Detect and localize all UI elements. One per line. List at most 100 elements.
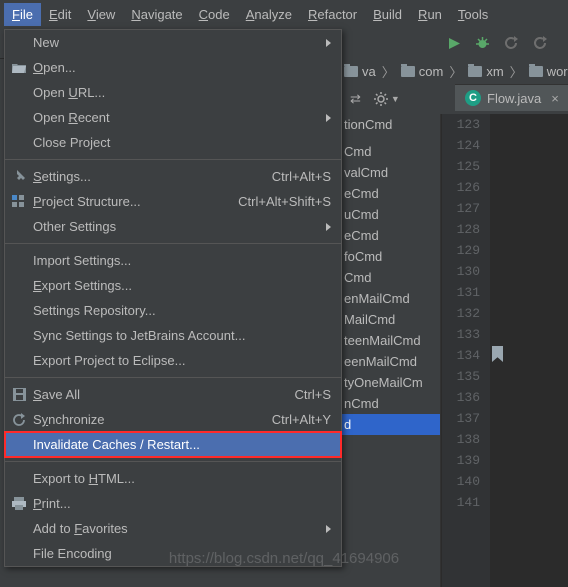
menu-item-open[interactable]: Open...: [5, 55, 341, 80]
submenu-arrow-icon: [326, 525, 331, 533]
gutter-line: 138: [442, 429, 490, 450]
class-file-icon: C: [465, 90, 481, 106]
breadcrumb-item[interactable]: com: [397, 64, 448, 79]
settings-dropdown-icon[interactable]: ⇄: [350, 91, 361, 107]
submenu-arrow-icon: [326, 223, 331, 231]
menu-shortcut: Ctrl+Alt+Shift+S: [238, 194, 331, 209]
menu-run[interactable]: Run: [410, 3, 450, 26]
folder-icon: [468, 66, 482, 77]
editor-area: tionCmdCmdvalCmdeCmduCmdeCmdfoCmdCmdenMa…: [340, 114, 568, 587]
menu-item-import-settings[interactable]: Import Settings...: [5, 248, 341, 273]
debug-icon[interactable]: [475, 36, 490, 50]
menu-shortcut: Ctrl+S: [295, 387, 331, 402]
menu-tools[interactable]: Tools: [450, 3, 496, 26]
menu-item-project-structure[interactable]: Project Structure...Ctrl+Alt+Shift+S: [5, 189, 341, 214]
breadcrumb-label: com: [419, 64, 444, 79]
gutter-line: 140: [442, 471, 490, 492]
menu-item-label: Open...: [33, 60, 76, 75]
menu-item-label: Export to HTML...: [33, 471, 135, 486]
structure-item[interactable]: Cmd: [340, 267, 440, 288]
breadcrumb-label: va: [362, 64, 376, 79]
structure-panel: tionCmdCmdvalCmdeCmduCmdeCmdfoCmdCmdenMa…: [340, 114, 441, 587]
structure-item[interactable]: uCmd: [340, 204, 440, 225]
menu-item-export-to-html[interactable]: Export to HTML...: [5, 466, 341, 491]
breadcrumb-separator: 〉: [380, 62, 397, 81]
menu-view[interactable]: View: [79, 3, 123, 26]
breadcrumb-item[interactable]: va: [340, 64, 380, 79]
menu-item-invalidate-caches-restart[interactable]: Invalidate Caches / Restart...: [5, 432, 341, 457]
menu-build[interactable]: Build: [365, 3, 410, 26]
editor-tab-label: Flow.java: [487, 91, 541, 106]
menu-item-label: Settings Repository...: [33, 303, 156, 318]
breadcrumb-label: xm: [486, 64, 503, 79]
menu-navigate[interactable]: Navigate: [123, 3, 190, 26]
menu-item-label: Settings...: [33, 169, 91, 184]
menu-item-label: Print...: [33, 496, 71, 511]
structure-item[interactable]: tyOneMailCm: [340, 372, 440, 393]
menu-item-label: File Encoding: [33, 546, 112, 561]
gutter-line: 134: [442, 345, 490, 366]
menu-item-close-project[interactable]: Close Project: [5, 130, 341, 155]
menu-code[interactable]: Code: [191, 3, 238, 26]
menu-analyze[interactable]: Analyze: [238, 3, 300, 26]
editor-tab[interactable]: C Flow.java ×: [455, 84, 568, 111]
structure-item[interactable]: tionCmd: [340, 114, 440, 135]
menu-item-sync-settings-to-jetbrains-account[interactable]: Sync Settings to JetBrains Account...: [5, 323, 341, 348]
folder-icon: [401, 66, 415, 77]
close-tab-icon[interactable]: ×: [551, 91, 559, 106]
breadcrumb-item[interactable]: wor: [525, 64, 568, 79]
menu-item-synchronize[interactable]: SynchronizeCtrl+Alt+Y: [5, 407, 341, 432]
stop-icon[interactable]: [533, 36, 548, 50]
menu-item-label: Sync Settings to JetBrains Account...: [33, 328, 245, 343]
menu-item-add-to-favorites[interactable]: Add to Favorites: [5, 516, 341, 541]
menu-refactor[interactable]: Refactor: [300, 3, 365, 26]
breadcrumb-item[interactable]: xm: [464, 64, 507, 79]
menu-item-label: Synchronize: [33, 412, 105, 427]
structure-item[interactable]: eenMailCmd: [340, 351, 440, 372]
structure-item[interactable]: eCmd: [340, 183, 440, 204]
breadcrumb-label: wor: [547, 64, 568, 79]
structure-item[interactable]: nCmd: [340, 393, 440, 414]
folder-icon: [344, 66, 358, 77]
menu-item-print[interactable]: Print...: [5, 491, 341, 516]
menu-item-export-settings[interactable]: Export Settings...: [5, 273, 341, 298]
rerun-icon[interactable]: [504, 36, 519, 50]
gutter-line: 125: [442, 156, 490, 177]
gutter-line: 135: [442, 366, 490, 387]
menu-item-other-settings[interactable]: Other Settings: [5, 214, 341, 239]
structure-item[interactable]: eCmd: [340, 225, 440, 246]
structure-item[interactable]: teenMailCmd: [340, 330, 440, 351]
menu-item-file-encoding[interactable]: File Encoding: [5, 541, 341, 566]
gutter-line: 131: [442, 282, 490, 303]
save-icon: [11, 387, 27, 403]
structure-item[interactable]: foCmd: [340, 246, 440, 267]
menu-edit[interactable]: Edit: [41, 3, 79, 26]
menu-item-save-all[interactable]: Save AllCtrl+S: [5, 382, 341, 407]
gutter-line: 137: [442, 408, 490, 429]
menu-item-label: Import Settings...: [33, 253, 131, 268]
menu-file[interactable]: File: [4, 3, 41, 26]
structure-item[interactable]: Cmd: [340, 141, 440, 162]
menu-item-label: Invalidate Caches / Restart...: [33, 437, 200, 452]
menu-item-settings[interactable]: Settings...Ctrl+Alt+S: [5, 164, 341, 189]
menubar: FileEditViewNavigateCodeAnalyzeRefactorB…: [0, 0, 568, 29]
menu-item-label: Open URL...: [33, 85, 105, 100]
breadcrumbs: va〉com〉xm〉wor: [340, 58, 568, 85]
gear-icon[interactable]: ▼: [373, 91, 400, 107]
structure-item[interactable]: valCmd: [340, 162, 440, 183]
menu-item-label: Open Recent: [33, 110, 110, 125]
menu-item-new[interactable]: New: [5, 30, 341, 55]
structure-item[interactable]: enMailCmd: [340, 288, 440, 309]
gutter-line: 130: [442, 261, 490, 282]
menu-separator: [5, 461, 341, 462]
structure-item[interactable]: MailCmd: [340, 309, 440, 330]
line-gutter: 1231241251261271281291301311321331341351…: [441, 114, 490, 587]
code-area[interactable]: [490, 114, 568, 587]
menu-item-export-project-to-eclipse[interactable]: Export Project to Eclipse...: [5, 348, 341, 373]
menu-item-open-url[interactable]: Open URL...: [5, 80, 341, 105]
menu-item-open-recent[interactable]: Open Recent: [5, 105, 341, 130]
structure-item[interactable]: d: [340, 414, 440, 435]
run-icon[interactable]: [448, 37, 461, 50]
menu-item-settings-repository[interactable]: Settings Repository...: [5, 298, 341, 323]
bookmark-icon: [492, 346, 503, 362]
